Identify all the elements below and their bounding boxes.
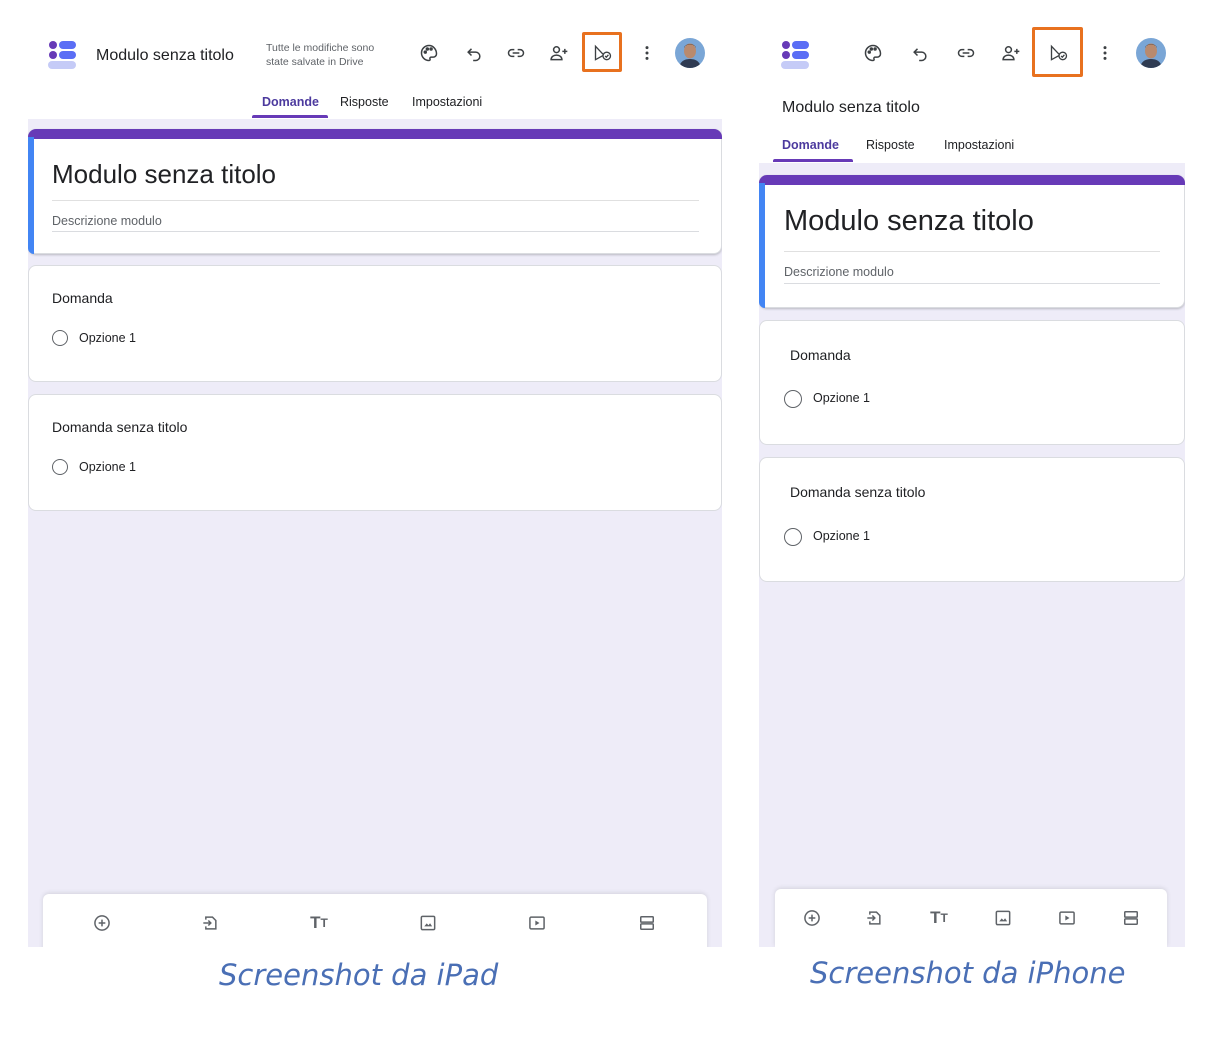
add-video-icon[interactable] [1055, 906, 1079, 930]
title-card[interactable]: Modulo senza titolo Descrizione modulo [28, 129, 722, 254]
bottom-toolbar: TT [43, 894, 707, 947]
tab-risposte[interactable]: Risposte [866, 138, 915, 152]
title-divider [784, 251, 1160, 252]
active-tab-indicator [773, 159, 853, 162]
question-card[interactable]: Domanda Opzione 1 [28, 265, 722, 382]
more-vert-icon[interactable] [1091, 39, 1119, 67]
option-label[interactable]: Opzione 1 [79, 331, 136, 345]
import-questions-icon[interactable] [862, 906, 886, 930]
add-title-icon[interactable]: TT [927, 906, 951, 930]
publish-highlight-box [582, 32, 622, 72]
title-divider [52, 200, 699, 201]
add-section-icon[interactable] [635, 911, 659, 935]
palette-icon[interactable] [415, 39, 443, 67]
tab-risposte[interactable]: Risposte [340, 95, 389, 109]
description-underline [784, 283, 1160, 284]
title-card-focus-bar [759, 183, 765, 308]
undo-icon[interactable] [906, 39, 934, 67]
ipad-screenshot: Modulo senza titolo Tutte le modifiche s… [28, 26, 722, 947]
tab-impostazioni[interactable]: Impostazioni [944, 138, 1014, 152]
add-title-icon[interactable]: TT [307, 911, 331, 935]
link-icon[interactable] [952, 39, 980, 67]
title-card[interactable]: Modulo senza titolo Descrizione modulo [759, 175, 1185, 308]
form-description[interactable]: Descrizione modulo [52, 214, 162, 228]
import-questions-icon[interactable] [198, 911, 222, 935]
tabs: Domande Risposte Impostazioni [28, 94, 722, 122]
form-canvas: Modulo senza titolo Descrizione modulo D… [28, 119, 722, 947]
tab-domande[interactable]: Domande [782, 138, 839, 152]
iphone-caption: Screenshot da iPhone [810, 956, 1126, 990]
add-collaborator-icon[interactable] [545, 39, 573, 67]
add-image-icon[interactable] [416, 911, 440, 935]
link-icon[interactable] [502, 39, 530, 67]
form-title[interactable]: Modulo senza titolo [784, 205, 1034, 238]
save-status-line1: Tutte le modifiche sono [266, 42, 375, 54]
forms-logo-icon[interactable] [779, 38, 811, 70]
form-description[interactable]: Descrizione modulo [784, 265, 894, 279]
option-radio[interactable] [52, 330, 68, 346]
option-radio[interactable] [784, 528, 802, 546]
save-status-line2: state salvate in Drive [266, 56, 364, 68]
active-tab-indicator [252, 115, 328, 118]
question-title[interactable]: Domanda [790, 347, 851, 363]
avatar[interactable] [1136, 38, 1166, 68]
question-card[interactable]: Domanda Opzione 1 [759, 320, 1185, 445]
iphone-screenshot: Modulo senza titolo Domande Risposte Imp… [759, 26, 1185, 947]
bottom-toolbar: TT [775, 889, 1167, 947]
option-radio[interactable] [52, 459, 68, 475]
app-title[interactable]: Modulo senza titolo [782, 99, 920, 117]
ipad-caption: Screenshot da iPad [219, 958, 499, 992]
undo-icon[interactable] [460, 39, 488, 67]
publish-highlight-box [1032, 27, 1083, 77]
question-card[interactable]: Domanda senza titolo Opzione 1 [759, 457, 1185, 582]
add-question-icon[interactable] [90, 911, 114, 935]
tabs: Domande Risposte Impostazioni [759, 137, 1185, 165]
tab-impostazioni[interactable]: Impostazioni [412, 95, 482, 109]
option-label[interactable]: Opzione 1 [813, 529, 870, 543]
title-card-accent [28, 129, 722, 139]
add-question-icon[interactable] [800, 906, 824, 930]
top-bar: Modulo senza titolo Tutte le modifiche s… [28, 26, 722, 90]
title-card-focus-bar [28, 137, 34, 254]
option-label[interactable]: Opzione 1 [813, 391, 870, 405]
question-card[interactable]: Domanda senza titolo Opzione 1 [28, 394, 722, 511]
option-radio[interactable] [784, 390, 802, 408]
more-vert-icon[interactable] [633, 39, 661, 67]
description-underline [52, 231, 699, 232]
question-title[interactable]: Domanda [52, 290, 113, 306]
add-video-icon[interactable] [525, 911, 549, 935]
add-collaborator-icon[interactable] [997, 39, 1025, 67]
avatar[interactable] [675, 38, 705, 68]
forms-logo-icon[interactable] [46, 38, 78, 70]
tab-domande[interactable]: Domande [262, 95, 319, 109]
palette-icon[interactable] [859, 39, 887, 67]
add-image-icon[interactable] [991, 906, 1015, 930]
add-section-icon[interactable] [1119, 906, 1143, 930]
question-title[interactable]: Domanda senza titolo [790, 484, 925, 500]
app-title[interactable]: Modulo senza titolo [96, 47, 234, 65]
form-canvas: Modulo senza titolo Descrizione modulo D… [759, 163, 1185, 947]
title-card-accent [759, 175, 1185, 185]
form-title[interactable]: Modulo senza titolo [52, 159, 276, 190]
top-bar [759, 26, 1185, 90]
option-label[interactable]: Opzione 1 [79, 460, 136, 474]
save-status: Tutte le modifiche sono state salvate in… [266, 41, 374, 69]
question-title[interactable]: Domanda senza titolo [52, 419, 187, 435]
